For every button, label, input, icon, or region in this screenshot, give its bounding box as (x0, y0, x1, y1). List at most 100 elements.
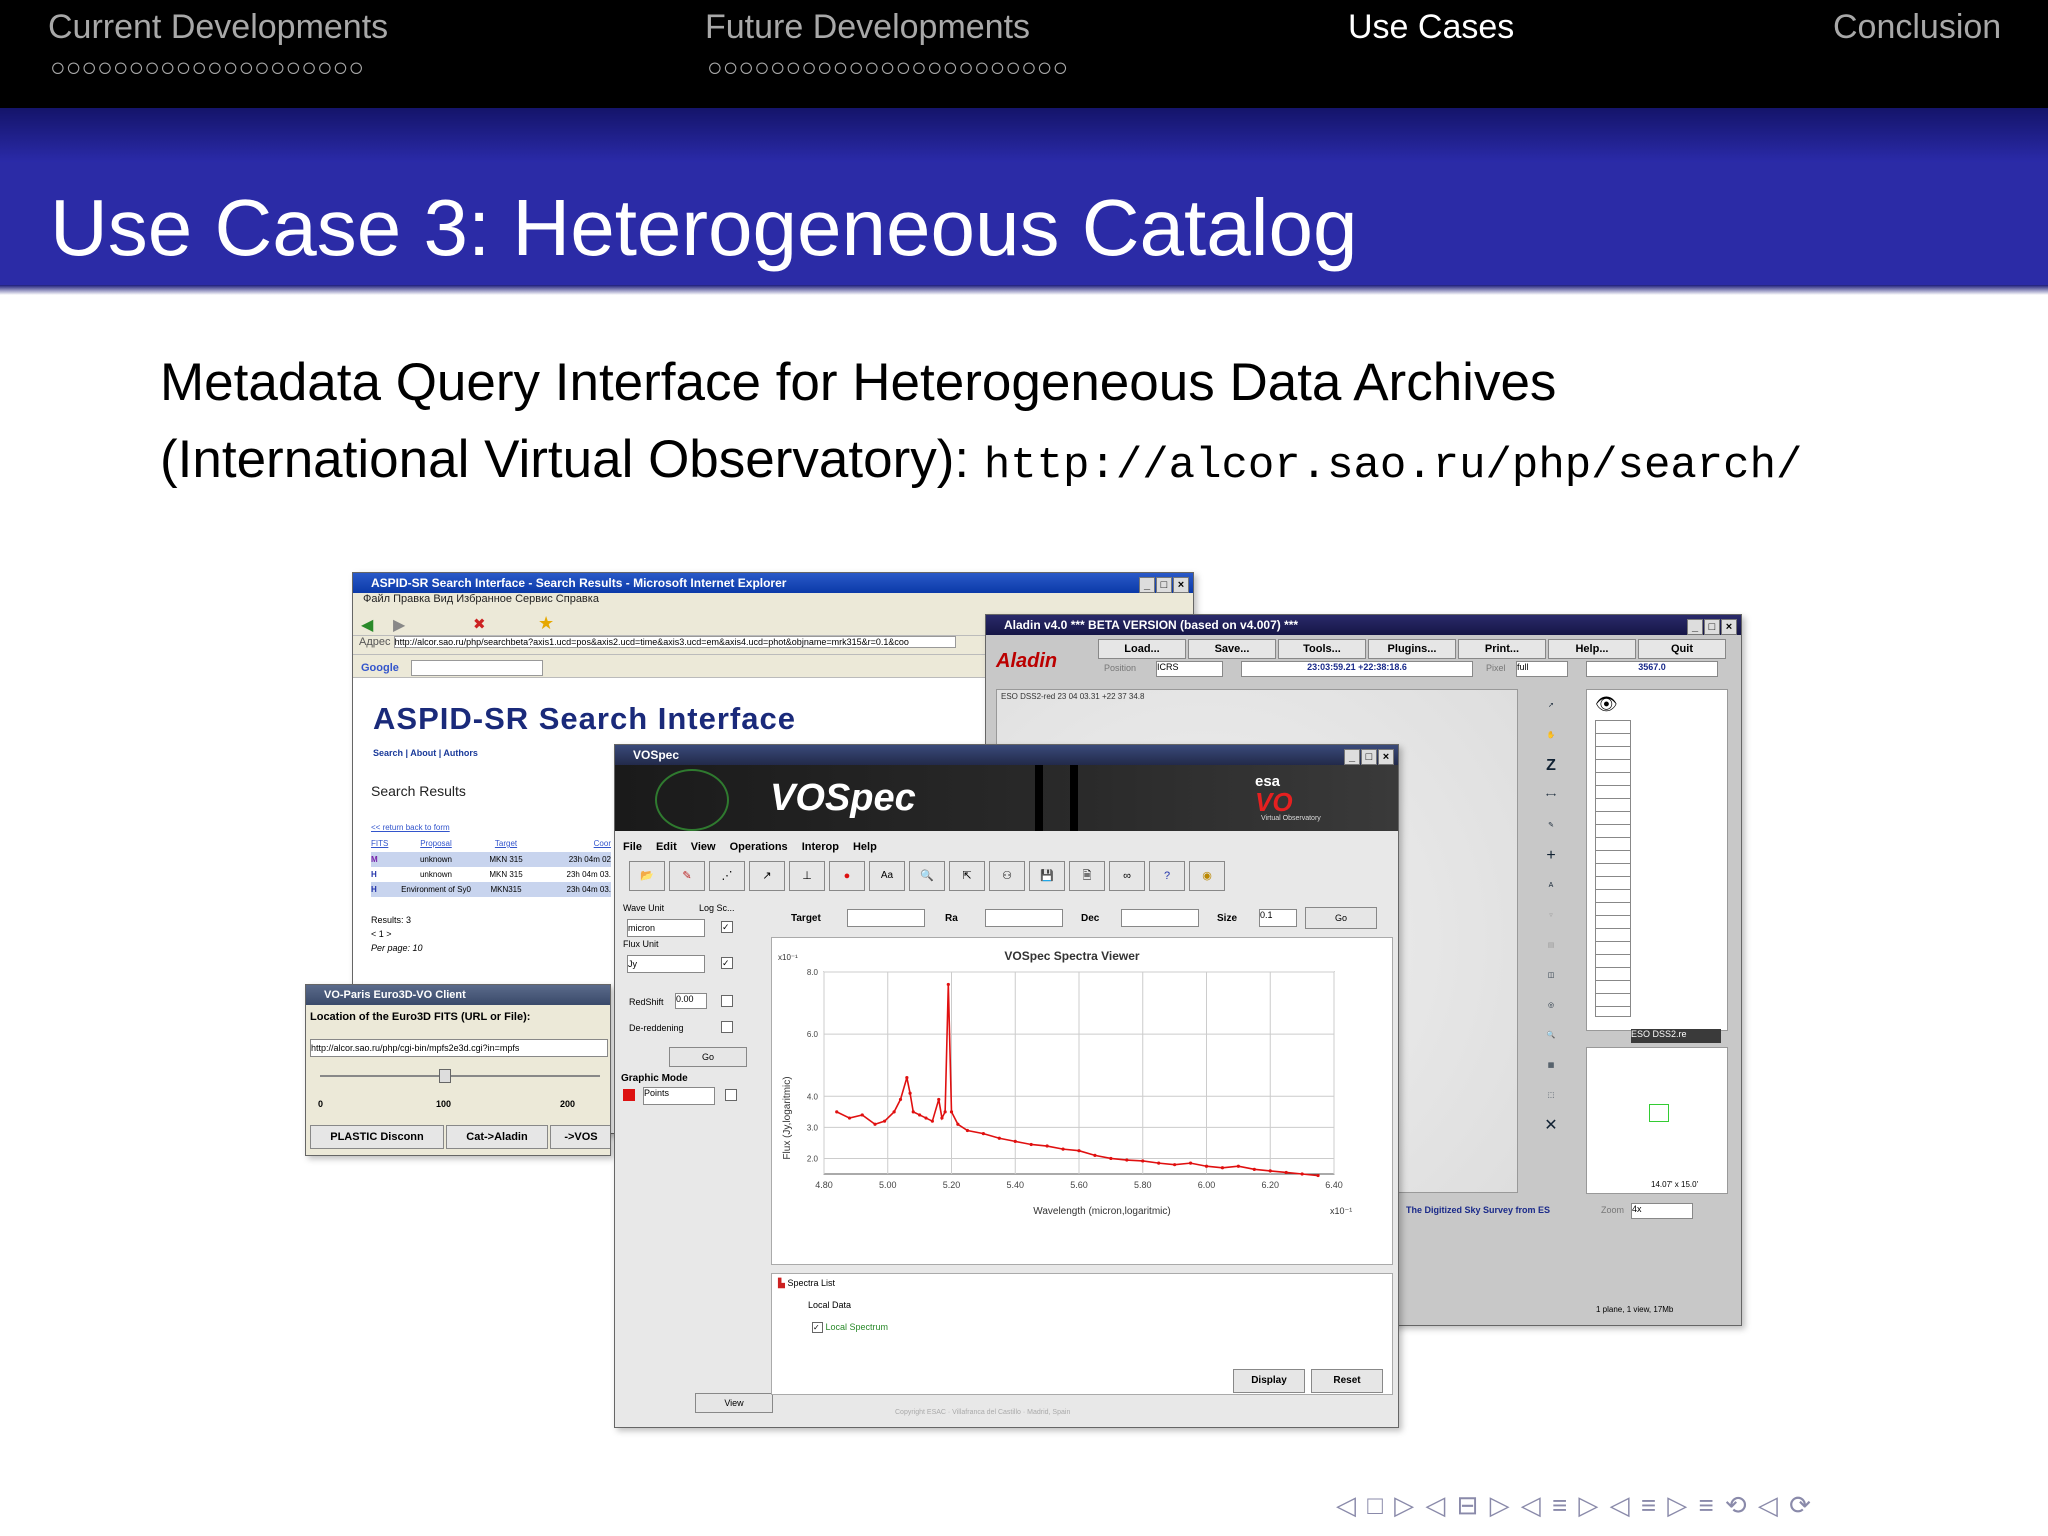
magnifier-tool-icon[interactable]: 🔍 (1538, 1021, 1564, 1051)
maximize-icon[interactable]: □ (1704, 619, 1720, 635)
vospec-window-controls[interactable]: _ □ × (1343, 747, 1394, 767)
rgb-tool-icon[interactable]: ◫ (1538, 961, 1564, 991)
col-fits[interactable]: FITS (371, 839, 401, 848)
print-button[interactable]: Print... (1458, 639, 1546, 659)
dist-tool-icon[interactable]: ⟷ (1538, 781, 1564, 811)
col-proposal[interactable]: Proposal (401, 839, 471, 848)
nav-section-future[interactable]: Future Developments (705, 8, 1030, 47)
nav-section-use-cases[interactable]: Use Cases (1348, 8, 1514, 47)
table-row[interactable]: M unknown MKN 315 23h 04m 02 (371, 852, 611, 867)
settings-icon[interactable]: ◉ (1189, 861, 1225, 891)
query-go-button[interactable]: Go (1305, 907, 1377, 929)
flux-unit-select[interactable]: Jy (627, 955, 705, 973)
select-tool-icon[interactable]: ➚ (1538, 691, 1564, 721)
color-swatch[interactable] (623, 1089, 635, 1101)
col-coord[interactable]: Coor (541, 839, 611, 848)
spectrum-chart[interactable]: VOSpec Spectra Viewer Wavelength (micron… (772, 938, 1392, 1264)
people-icon[interactable]: ⚇ (989, 861, 1025, 891)
forward-icon[interactable]: ▶ (393, 615, 405, 635)
ie-window-controls[interactable]: _ □ × (1138, 575, 1189, 595)
local-spectrum-node[interactable]: ✓ Local Spectrum (812, 1322, 888, 1333)
fits-icon[interactable]: H (371, 867, 401, 882)
export-icon[interactable]: ⇱ (949, 861, 985, 891)
filter-tool-icon[interactable]: ▿ (1538, 901, 1564, 931)
view-button[interactable]: View (695, 1393, 773, 1413)
menu-file[interactable]: File (623, 841, 642, 853)
help-icon[interactable]: ? (1149, 861, 1185, 891)
zoom-select[interactable]: 4x (1631, 1203, 1693, 1219)
spectra-list-root[interactable]: ▙ Spectra List (778, 1278, 835, 1289)
nav-dots-future[interactable]: ○○○○○○○○○○○○○○○○○○○○○○○ (707, 52, 1068, 83)
save-icon[interactable]: 💾 (1029, 861, 1065, 891)
line-icon[interactable]: ↗ (749, 861, 785, 891)
to-vospec-button[interactable]: ->VOS (550, 1125, 610, 1149)
dec-input[interactable] (1121, 909, 1199, 927)
menu-edit[interactable]: Edit (656, 841, 677, 853)
fits-icon[interactable]: H (371, 882, 401, 897)
fit-icon[interactable]: ⋰ (709, 861, 745, 891)
fits-icon[interactable]: M (371, 852, 401, 867)
maximize-icon[interactable]: □ (1156, 577, 1172, 593)
stop-icon[interactable]: ✖ (473, 615, 486, 633)
load-button[interactable]: Load... (1098, 639, 1186, 659)
close-icon[interactable]: × (1173, 577, 1189, 593)
aladin-window-controls[interactable]: _ □ × (1686, 617, 1737, 637)
maximize-icon[interactable]: □ (1361, 749, 1377, 765)
plastic-disconnect-button[interactable]: PLASTIC Disconn (310, 1125, 444, 1149)
graphic-mode-checkbox[interactable] (725, 1089, 737, 1101)
pixel-mode-select[interactable]: full (1516, 661, 1568, 677)
google-search-input[interactable] (411, 660, 543, 676)
table-row[interactable]: H unknown MKN 315 23h 04m 03. (371, 867, 611, 882)
minimize-icon[interactable]: _ (1344, 749, 1360, 765)
reset-button[interactable]: Reset (1311, 1369, 1383, 1393)
local-data-node[interactable]: Local Data (808, 1300, 851, 1310)
nav-dots-current[interactable]: ○○○○○○○○○○○○○○○○○○○○ (50, 52, 364, 83)
close-icon[interactable]: × (1721, 619, 1737, 635)
tag-tool-icon[interactable]: + (1538, 841, 1564, 871)
favorites-icon[interactable]: ★ (538, 613, 554, 634)
edit-icon[interactable]: ✎ (669, 861, 705, 891)
wave-unit-select[interactable]: micron (627, 919, 705, 937)
tool-list[interactable]: ➚ ✋ Z ⟷ ✎ + A ▿ ▤ ◫ ◎ 🔍 ▦ ⬚ ✕ (1538, 691, 1564, 1141)
menu-operations[interactable]: Operations (730, 841, 788, 853)
frame-select[interactable]: ICRS (1156, 661, 1223, 677)
delete-tool-icon[interactable]: ✕ (1538, 1111, 1564, 1141)
close-icon[interactable]: × (1378, 749, 1394, 765)
draw-tool-icon[interactable]: ✎ (1538, 811, 1564, 841)
document-icon[interactable]: 🗎 (1069, 861, 1105, 891)
size-input[interactable]: 0.1 (1259, 909, 1297, 927)
pan-tool-icon[interactable]: ✋ (1538, 721, 1564, 751)
wave-log-checkbox[interactable]: ✓ (721, 921, 733, 933)
zoom-icon[interactable]: 🔍 (909, 861, 945, 891)
help-button[interactable]: Help... (1548, 639, 1636, 659)
nav-section-conclusion[interactable]: Conclusion (1833, 8, 2001, 47)
col-target[interactable]: Target (471, 839, 541, 848)
search-url[interactable]: http://alcor.sao.ru/php/search/ (984, 441, 1803, 491)
save-button[interactable]: Save... (1188, 639, 1276, 659)
dereddening-checkbox[interactable] (721, 1021, 733, 1033)
back-icon[interactable]: ◀ (361, 615, 373, 635)
minimize-icon[interactable]: _ (1687, 619, 1703, 635)
redshift-input[interactable]: 0.00 (675, 993, 707, 1009)
coords-field[interactable]: 23:03:59.21 +22:38:18.6 (1241, 661, 1473, 677)
plane-stack[interactable]: 👁 (1586, 689, 1728, 1031)
axis-icon[interactable]: ⊥ (789, 861, 825, 891)
ie-menubar[interactable]: Файл Правка Вид Избранное Сервис Справка (353, 593, 1193, 609)
local-spectrum-checkbox[interactable]: ✓ (812, 1322, 823, 1333)
text-tool-icon[interactable]: A (1538, 871, 1564, 901)
prop-tool-icon[interactable]: ▤ (1538, 931, 1564, 961)
display-button[interactable]: Display (1233, 1369, 1305, 1393)
tools-button[interactable]: Tools... (1278, 639, 1366, 659)
point-icon[interactable]: ● (829, 861, 865, 891)
redshift-checkbox[interactable] (721, 995, 733, 1007)
crop-tool-icon[interactable]: ⬚ (1538, 1081, 1564, 1111)
link-icon[interactable]: ∞ (1109, 861, 1145, 891)
zoom-view[interactable]: 14.07' x 15.0' (1586, 1047, 1728, 1194)
left-go-button[interactable]: Go (669, 1047, 747, 1067)
euro3d-url-input[interactable]: http://alcor.sao.ru/php/cgi-bin/mpfs2e3d… (310, 1039, 608, 1057)
menu-view[interactable]: View (691, 841, 716, 853)
return-link[interactable]: << return back to form (371, 823, 450, 832)
ra-input[interactable] (985, 909, 1063, 927)
cat-aladin-button[interactable]: Cat->Aladin (446, 1125, 548, 1149)
eye-icon[interactable]: 👁 (1595, 694, 1618, 715)
